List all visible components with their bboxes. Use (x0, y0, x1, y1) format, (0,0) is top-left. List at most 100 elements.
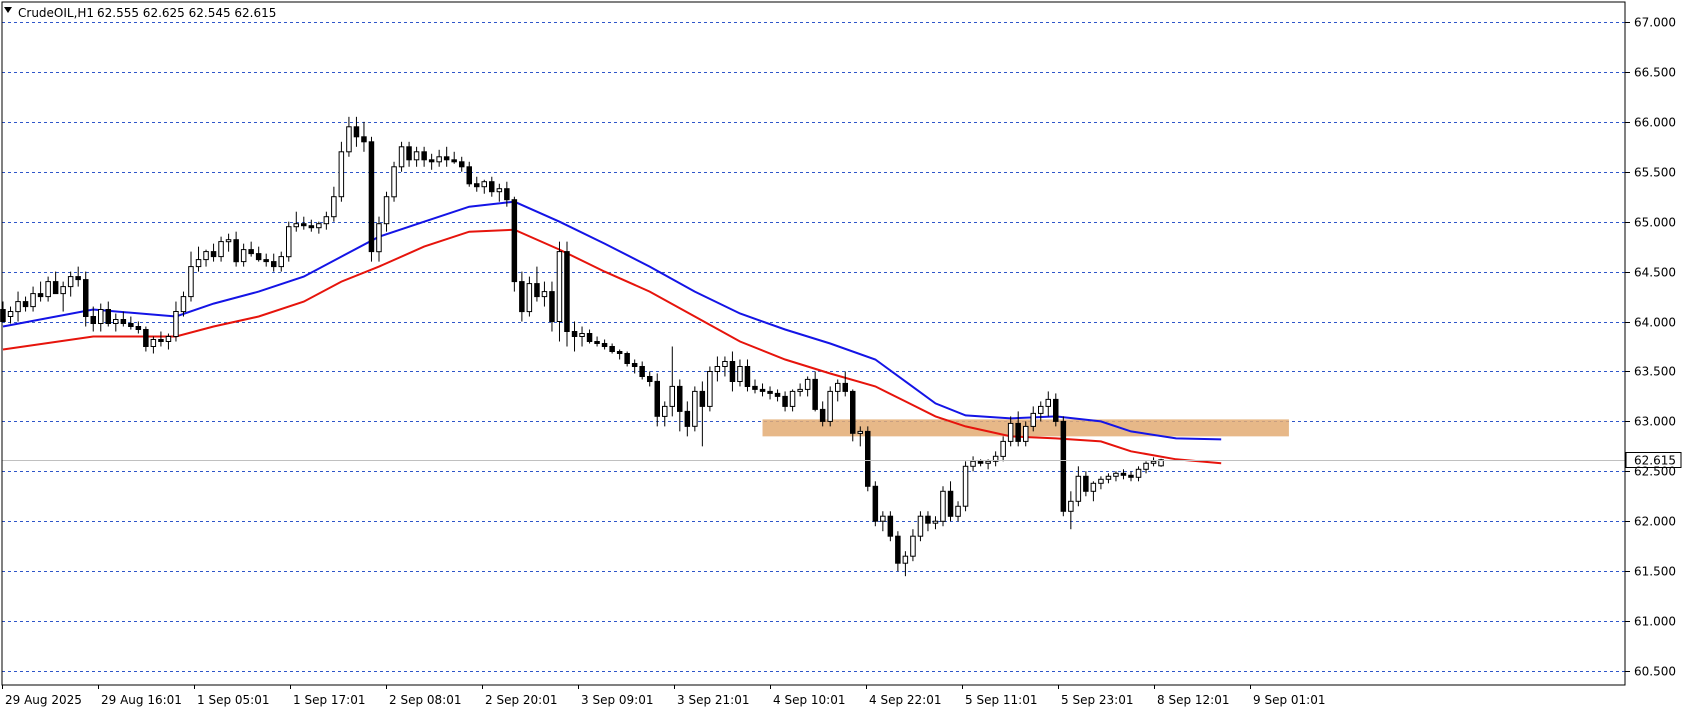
candle-body (361, 136, 367, 143)
candle-body (1075, 475, 1082, 502)
candle-body (83, 279, 89, 318)
candle-body (1105, 475, 1112, 480)
candle-body (857, 430, 863, 434)
candle-body (489, 181, 495, 193)
candle-body (895, 535, 901, 564)
candle-body (421, 151, 427, 161)
candle-body (774, 392, 781, 397)
candle-body (90, 316, 96, 324)
candle-body (631, 363, 638, 367)
candle-body (143, 329, 149, 347)
candle-body (872, 485, 879, 522)
candle-body (782, 395, 788, 407)
candle (391, 161, 397, 202)
candle-body (609, 346, 615, 352)
candle-body (376, 223, 382, 253)
candle (872, 481, 879, 527)
candle-body (7, 311, 14, 317)
candle (1060, 416, 1067, 517)
chart-header[interactable]: CrudeOIL,H1 62.555 62.625 62.545 62.615 (4, 6, 276, 20)
candle-body (722, 361, 728, 367)
candle-body (1007, 422, 1014, 442)
y-tick-label: 62.000 (1634, 515, 1676, 529)
ohlc-values: 62.555 62.625 62.545 62.615 (97, 6, 276, 20)
candle-body (1128, 474, 1134, 478)
y-tick-label: 65.000 (1634, 216, 1676, 230)
candle-body (549, 291, 555, 323)
candle-body (496, 188, 503, 193)
candle (865, 426, 871, 492)
candle-body (263, 259, 269, 263)
candle-body (616, 351, 623, 354)
candle-body (1120, 472, 1127, 476)
candle-body (534, 283, 540, 298)
candle-body (647, 376, 653, 382)
candle-body (955, 505, 961, 517)
y-tick-label: 66.000 (1634, 116, 1676, 130)
candle-body (22, 301, 29, 308)
candle-body (504, 188, 510, 201)
candle (692, 386, 698, 432)
x-tick-label: 29 Aug 16:01 (101, 693, 182, 707)
price-chart[interactable]: 62.615 67.00066.50066.00065.50065.00064.… (0, 0, 1686, 713)
candle-body (75, 276, 81, 281)
candle-body (677, 385, 683, 412)
candle-body (654, 380, 660, 417)
x-tick-label: 2 Sep 08:01 (389, 693, 461, 707)
candle-body (1060, 420, 1067, 512)
candle-body (474, 183, 480, 188)
y-tick-label: 63.500 (1634, 365, 1676, 379)
candle-body (1045, 398, 1051, 407)
candle-body (67, 276, 74, 288)
candle-body (962, 465, 969, 507)
candle-body (797, 388, 803, 392)
chart-background (0, 0, 1686, 713)
candle-body (902, 555, 909, 564)
candle-body (331, 196, 337, 218)
x-tick-label: 2 Sep 20:01 (485, 693, 557, 707)
y-tick-label: 62.500 (1634, 465, 1676, 479)
candle-body (1150, 460, 1157, 464)
candle-body (346, 126, 352, 153)
candle-body (564, 251, 570, 333)
candle-body (1000, 440, 1006, 457)
x-tick-label: 4 Sep 10:01 (773, 693, 845, 707)
candle-body (526, 283, 533, 313)
candle-body (383, 196, 390, 225)
candle-body (98, 309, 104, 324)
candle-body (887, 515, 894, 537)
candle-body (316, 223, 322, 229)
candle-body (684, 410, 691, 427)
candle (564, 241, 570, 347)
candle-body (271, 261, 277, 268)
candle-body (0, 309, 6, 322)
candle-body (105, 309, 111, 324)
candle-body (707, 371, 713, 407)
y-tick-label: 64.500 (1634, 266, 1676, 280)
candle-body (1083, 475, 1089, 492)
candle-body (714, 366, 721, 372)
candle-body (1030, 412, 1036, 427)
candle-body (511, 199, 518, 283)
candle-body (977, 460, 984, 464)
candle-body (759, 388, 766, 392)
symbol-label: CrudeOIL,H1 (18, 6, 94, 20)
y-tick-label: 64.000 (1634, 316, 1676, 330)
x-tick-label: 3 Sep 09:01 (581, 693, 653, 707)
candle-body (113, 319, 119, 324)
candle-body (789, 390, 796, 407)
candle-body (729, 361, 736, 382)
candle-body (865, 430, 871, 487)
candle-body (932, 520, 939, 524)
candle-body (443, 156, 450, 161)
candle-body (1053, 398, 1059, 422)
candle-body (925, 515, 931, 524)
candle-body (248, 249, 254, 255)
candle-body (744, 366, 751, 387)
candle-body (293, 223, 299, 228)
candle-body (323, 216, 330, 225)
candle-body (286, 226, 292, 258)
candle (940, 486, 946, 527)
candle-body (767, 390, 773, 394)
candle-body (699, 390, 706, 407)
